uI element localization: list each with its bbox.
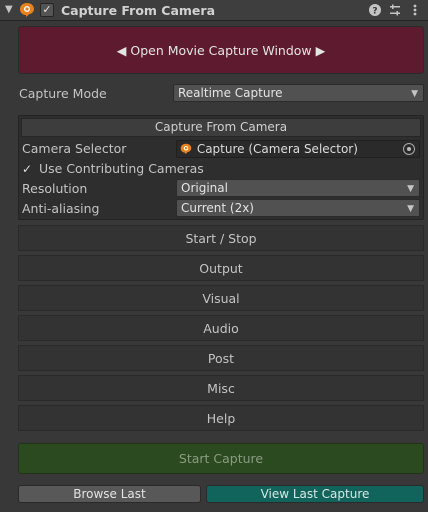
resolution-label: Resolution (22, 181, 88, 196)
camera-selector-label: Camera Selector (22, 141, 127, 156)
preset-icon[interactable] (388, 3, 402, 17)
use-contributing-cameras-checkbox[interactable]: ✓ (22, 161, 32, 177)
browse-last-button[interactable]: Browse Last (18, 485, 201, 503)
section-output[interactable]: Output (18, 255, 424, 281)
object-picker-icon[interactable] (403, 143, 415, 155)
section-post[interactable]: Post (18, 345, 424, 371)
camera-selector-field[interactable]: Capture (Camera Selector) (176, 140, 420, 158)
chevron-down-icon: ▼ (411, 89, 418, 99)
section-misc[interactable]: Misc (18, 375, 424, 401)
capture-mode-dropdown[interactable]: Realtime Capture ▼ (173, 84, 424, 102)
capture-mode-value: Realtime Capture (178, 86, 283, 100)
anti-aliasing-dropdown[interactable]: Current (2x) ▼ (176, 199, 420, 217)
open-movie-capture-window-button[interactable]: ◀ Open Movie Capture Window ▶ (18, 26, 424, 74)
capture-mode-label: Capture Mode (19, 86, 107, 101)
use-contributing-cameras-label: Use Contributing Cameras (39, 161, 204, 176)
input-header[interactable]: Capture From Camera (21, 118, 421, 137)
anti-aliasing-label: Anti-aliasing (22, 201, 100, 216)
component-enabled-checkbox[interactable]: ✓ (40, 3, 54, 17)
start-capture-button[interactable]: Start Capture (18, 443, 424, 474)
component-header[interactable]: ▼ ✓ Capture From Camera ? (0, 0, 428, 21)
foldout-arrow-icon[interactable]: ▼ (5, 3, 13, 17)
recorder-object-icon (180, 143, 192, 159)
chevron-down-icon: ▼ (407, 184, 414, 194)
section-visual[interactable]: Visual (18, 285, 424, 311)
section-audio[interactable]: Audio (18, 315, 424, 341)
resolution-value: Original (181, 181, 228, 195)
anti-aliasing-value: Current (2x) (181, 201, 254, 215)
more-options-icon[interactable] (408, 3, 422, 17)
view-last-capture-button[interactable]: View Last Capture (206, 485, 424, 503)
recorder-component-icon (19, 2, 35, 18)
camera-selector-value: Capture (Camera Selector) (196, 142, 358, 156)
section-start-stop[interactable]: Start / Stop (18, 225, 424, 251)
svg-text:?: ? (372, 7, 377, 17)
resolution-dropdown[interactable]: Original ▼ (176, 179, 420, 197)
section-help[interactable]: Help (18, 405, 424, 431)
chevron-down-icon: ▼ (407, 204, 414, 214)
component-title: Capture From Camera (61, 3, 216, 18)
help-icon[interactable]: ? (368, 3, 382, 17)
